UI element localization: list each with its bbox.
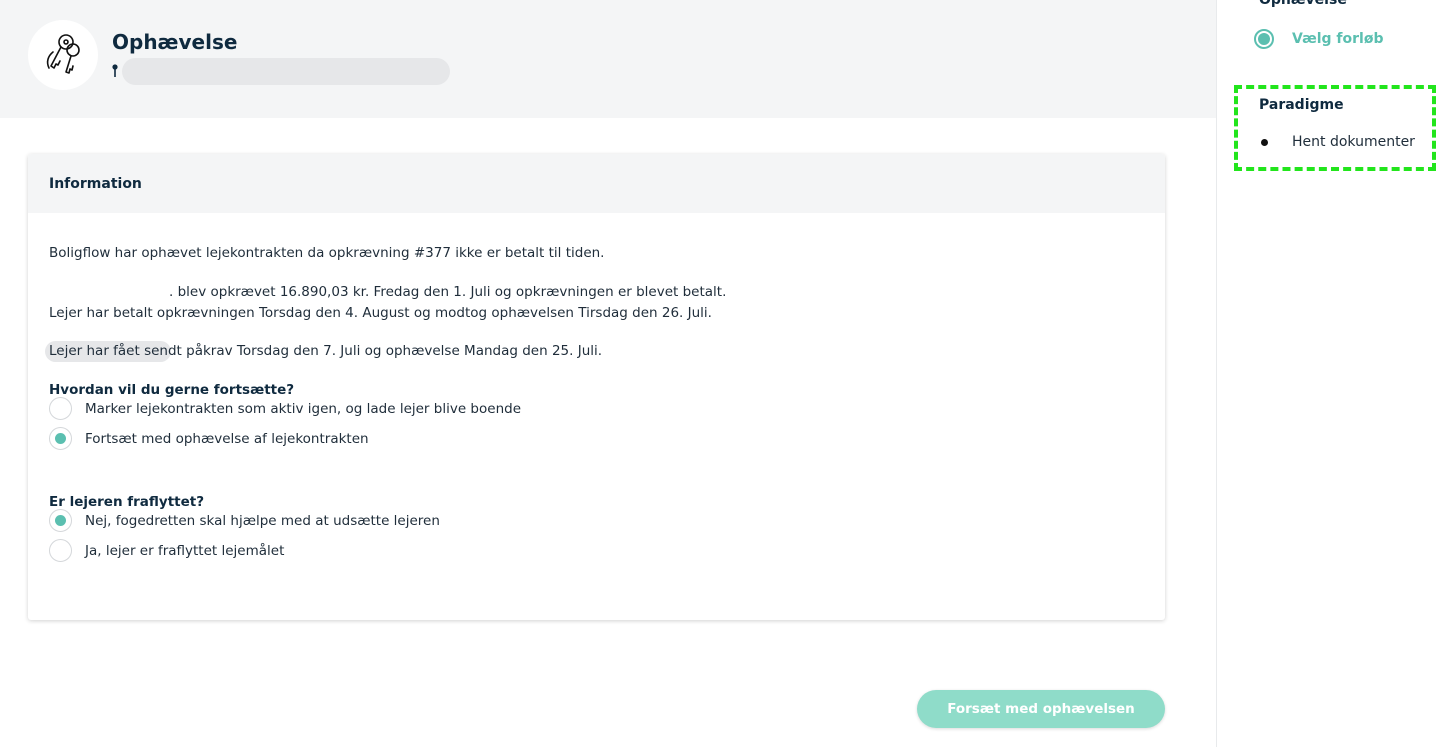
sidebar-step-fetch-documents[interactable]: Hent dokumenter xyxy=(1254,134,1415,150)
info-paragraph: . blev opkrævet 16.890,03 kr. Fredag den… xyxy=(169,284,727,300)
sidebar-section-title: Ophævelse xyxy=(1259,0,1347,8)
avatar xyxy=(28,20,98,90)
question-moved-out-label: Er lejeren fraflyttet? xyxy=(49,494,205,510)
radio-option-moved-out[interactable]: Ja, lejer er fraflyttet lejemålet xyxy=(49,539,284,562)
continue-termination-button[interactable]: Forsæt med ophævelsen xyxy=(917,690,1165,728)
information-card: Information Boligflow har ophævet lejeko… xyxy=(28,154,1165,620)
radio-button[interactable] xyxy=(49,539,72,562)
radio-label: Fortsæt med ophævelse af lejekontrakten xyxy=(85,430,369,447)
active-step-icon xyxy=(1254,29,1274,49)
card-header: Information xyxy=(28,154,1165,213)
info-paragraph: Boligflow har ophævet lejekontrakten da … xyxy=(49,245,605,261)
page-header: Ophævelse xyxy=(0,0,1216,118)
sidebar-step-label: Vælg forløb xyxy=(1292,31,1384,47)
address-placeholder xyxy=(122,58,450,85)
keys-icon xyxy=(40,30,86,80)
radio-button[interactable] xyxy=(49,509,72,532)
sidebar-step-label: Hent dokumenter xyxy=(1292,134,1415,150)
radio-option-continue-termination[interactable]: Fortsæt med ophævelse af lejekontrakten xyxy=(49,427,369,450)
card-title: Information xyxy=(49,175,142,192)
info-paragraph: Lejer har fået sendt påkrav Torsdag den … xyxy=(49,343,603,359)
main-content: Ophævelse Information Boligflow har ophæ… xyxy=(0,0,1216,747)
radio-button[interactable] xyxy=(49,427,72,450)
radio-label: Ja, lejer er fraflyttet lejemålet xyxy=(85,542,285,559)
page-title: Ophævelse xyxy=(112,30,238,54)
sidebar-step-choose-flow[interactable]: Vælg forløb xyxy=(1254,29,1384,49)
question-continue-label: Hvordan vil du gerne fortsætte? xyxy=(49,382,295,398)
radio-button[interactable] xyxy=(49,397,72,420)
radio-label: Marker lejekontrakten som aktiv igen, og… xyxy=(85,400,522,417)
sidebar-section-title: Paradigme xyxy=(1259,97,1344,113)
info-paragraph: Lejer har betalt opkrævningen Torsdag de… xyxy=(49,305,712,321)
radio-label: Nej, fogedretten skal hjælpe med at udsæ… xyxy=(85,512,440,529)
steps-sidebar: Ophævelse Vælg forløb Paradigme Hent dok… xyxy=(1216,0,1446,747)
radio-option-bailiff[interactable]: Nej, fogedretten skal hjælpe med at udsæ… xyxy=(49,509,440,532)
pin-icon xyxy=(112,63,118,82)
bullet-icon xyxy=(1254,138,1274,146)
radio-option-reactivate[interactable]: Marker lejekontrakten som aktiv igen, og… xyxy=(49,397,521,420)
